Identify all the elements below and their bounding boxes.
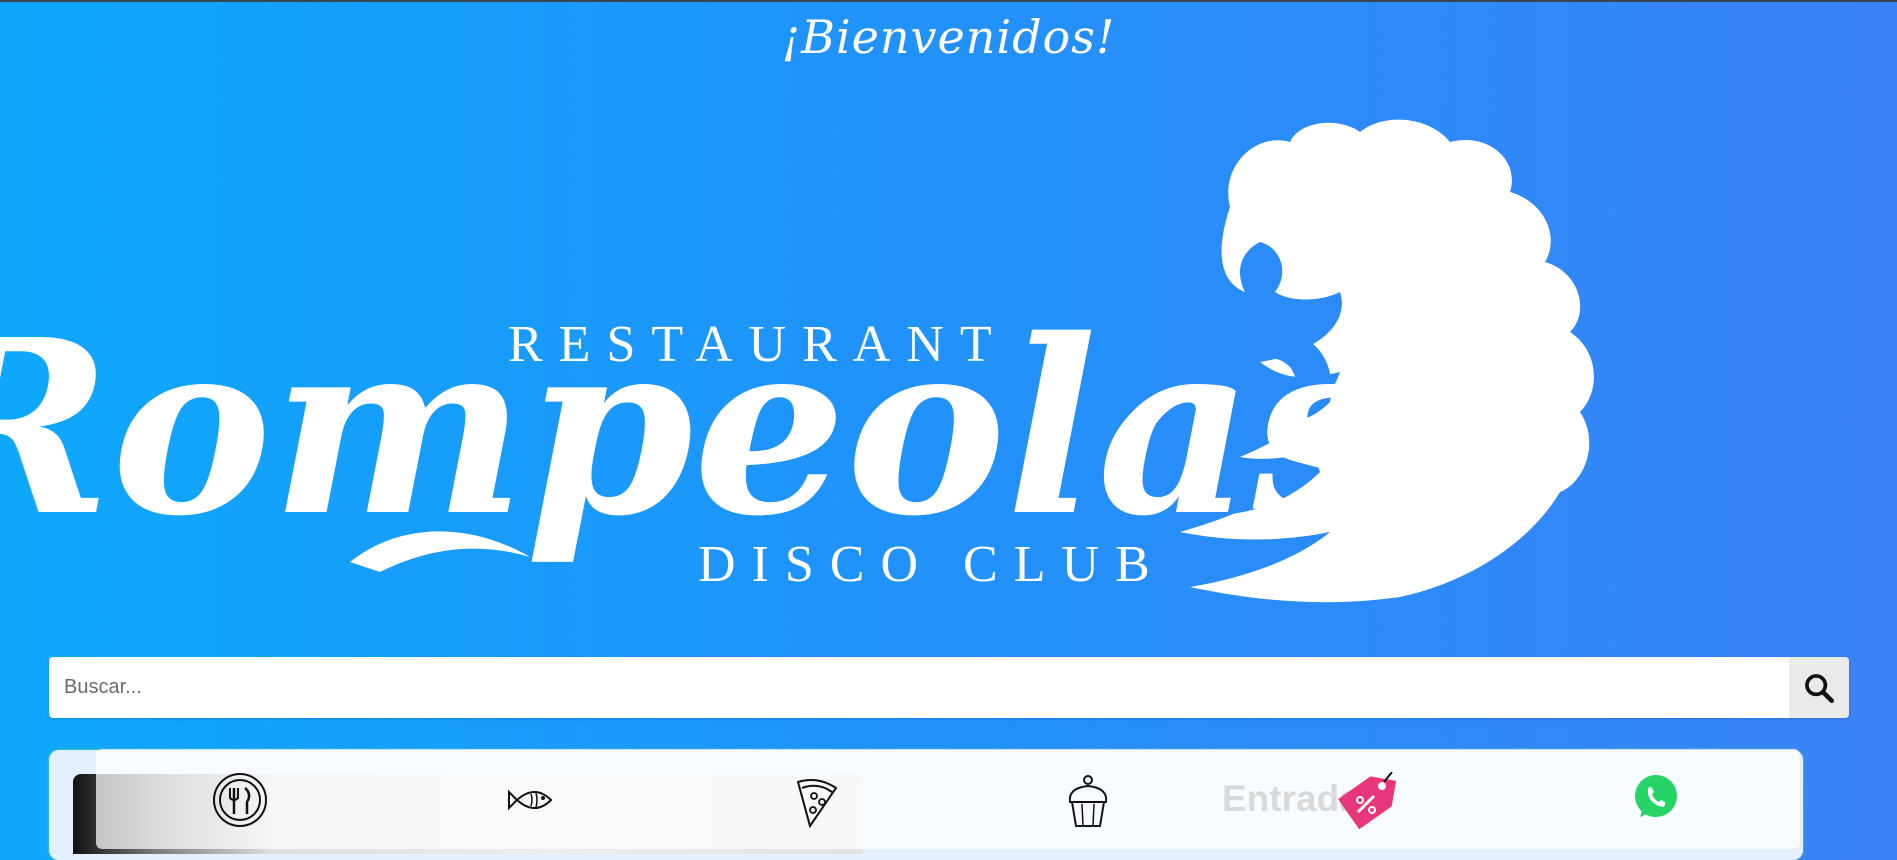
category-strip <box>96 749 1800 849</box>
discount-tag-icon <box>1338 772 1396 830</box>
plate-cutlery-icon <box>213 773 267 827</box>
search-bar <box>49 657 1849 718</box>
logo-restaurant-label: RESTAURANT <box>508 316 1008 373</box>
category-promociones[interactable] <box>1336 772 1396 832</box>
pizza-icon <box>796 779 838 828</box>
fish-icon <box>508 789 553 811</box>
category-postres[interactable] <box>1058 772 1118 832</box>
category-pizzas[interactable] <box>786 772 846 832</box>
search-icon <box>1805 673 1835 703</box>
category-mariscos[interactable] <box>505 772 565 832</box>
category-platos[interactable] <box>210 772 270 832</box>
cupcake-icon <box>1068 775 1108 827</box>
whatsapp-contact[interactable] <box>1626 772 1686 832</box>
logo-disco-club-label: DISCO CLUB <box>698 536 1166 593</box>
whatsapp-icon <box>1635 775 1677 817</box>
search-button[interactable] <box>1789 657 1849 718</box>
search-input[interactable] <box>49 657 1789 718</box>
